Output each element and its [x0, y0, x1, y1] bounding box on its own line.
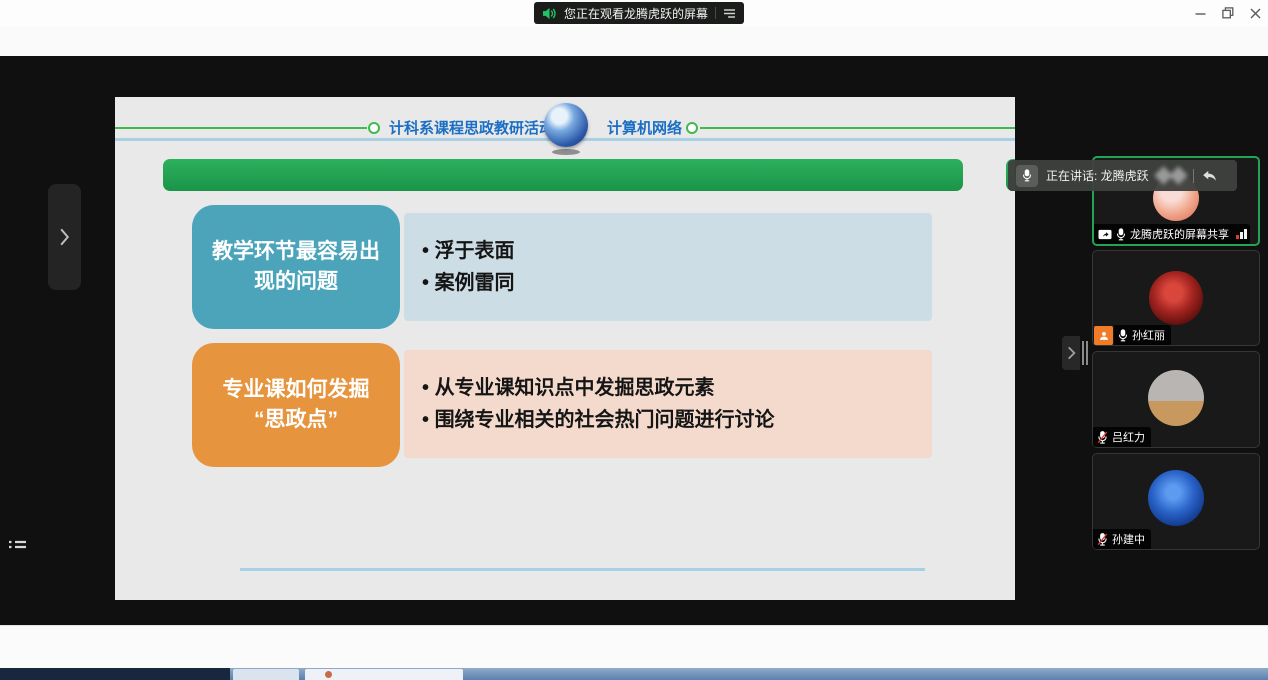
row1-bullet-2: 案例雷同 [422, 272, 932, 295]
menubar: 11:13 演讲者视图 [0, 26, 1268, 57]
row2-bullet-1: 从专业课知识点中发掘思政元素 [422, 377, 932, 400]
header-line-right [700, 127, 1015, 129]
row2-heading-box: 专业课如何发掘 “思政点” [192, 343, 400, 467]
participant-name: 龙腾虎跃的屏幕共享 [1130, 226, 1229, 242]
notification-menu-icon[interactable] [723, 8, 736, 19]
participant-name: 孙红丽 [1132, 327, 1165, 343]
row1-heading-line1: 教学环节最容易出 [212, 237, 380, 267]
taskbar-app-icon [325, 671, 332, 678]
globe-icon [544, 103, 588, 147]
speaking-toast-text: 正在讲话: 龙腾虎跃 [1046, 167, 1149, 184]
notification-divider [715, 7, 716, 19]
shared-screen-slide: 计科系课程思政教研活动 计算机网络 教学环节最容易出 现的问题 浮于表面 案例雷… [115, 97, 1015, 600]
avatar [1148, 370, 1204, 426]
taskbar-window-button[interactable] [233, 669, 299, 680]
speaker-icon [542, 7, 557, 20]
row2-heading-line2: “思政点” [254, 405, 338, 435]
os-taskbar-left [0, 668, 230, 680]
header-line-left [115, 127, 367, 129]
titlebar: 您正在观看龙腾虎跃的屏幕 [0, 0, 1268, 27]
avatar [1149, 271, 1203, 325]
reply-arrow-icon[interactable] [1202, 170, 1218, 182]
agenda-list-icon[interactable] [6, 536, 28, 556]
watching-notification-text: 您正在观看龙腾虎跃的屏幕 [564, 5, 708, 22]
close-button[interactable] [1240, 0, 1268, 26]
row2-content-panel: 从专业课知识点中发掘思政元素 围绕专业相关的社会热门问题进行讨论 [404, 350, 932, 458]
slide-title-left: 计科系课程思政教研活动 [389, 117, 554, 138]
toast-divider [1193, 169, 1194, 183]
blurred-names [1157, 169, 1185, 182]
screen-share-icon [1098, 229, 1112, 240]
row1-content-panel: 浮于表面 案例雷同 [404, 213, 932, 321]
left-panel-expand-handle[interactable] [48, 184, 81, 290]
slide-title-right: 计算机网络 [607, 117, 682, 138]
minimize-button[interactable] [1185, 0, 1215, 26]
toast-mic-icon[interactable] [1016, 165, 1038, 187]
mic-on-icon [1118, 329, 1128, 342]
speaking-toast: 正在讲话: 龙腾虎跃 [1008, 160, 1237, 191]
mic-muted-icon [1097, 431, 1108, 444]
tile-name-tag: 龙腾虎跃的屏幕共享 [1094, 224, 1250, 244]
row1-bullet-1: 浮于表面 [422, 240, 932, 263]
row1-heading-line2: 现的问题 [254, 267, 338, 297]
mic-muted-icon [1097, 533, 1108, 546]
connection-signal-icon [1236, 229, 1247, 239]
meeting-window: 您正在观看龙腾虎跃的屏幕 11:13 [0, 0, 1268, 680]
watching-notification: 您正在观看龙腾虎跃的屏幕 [534, 2, 744, 24]
participant-name: 吕红力 [1112, 429, 1145, 445]
restore-button[interactable] [1213, 0, 1243, 26]
row2-bullet-2: 围绕专业相关的社会热门问题进行讨论 [422, 409, 932, 432]
avatar [1148, 470, 1204, 526]
tile-participant-4[interactable]: 孙建中 [1092, 453, 1260, 550]
tile-participant-3[interactable]: 吕红力 [1092, 351, 1260, 448]
header-circle-right [686, 122, 698, 134]
tile-name-tag: 孙红丽 [1114, 325, 1171, 345]
row1-heading-box: 教学环节最容易出 现的问题 [192, 205, 400, 329]
main-stage: 计科系课程思政教研活动 计算机网络 教学环节最容易出 现的问题 浮于表面 案例雷… [0, 56, 1268, 625]
mic-on-icon [1116, 228, 1126, 241]
header-circle-left [368, 122, 380, 134]
green-banner [163, 159, 963, 191]
sidebar-resize-grip[interactable] [1082, 341, 1088, 365]
tile-participant-2[interactable]: 孙红丽 [1092, 250, 1260, 346]
bottom-toolbar: 静音 开启视频 共享屏幕 安全 邀请 管理成员(4) [0, 625, 1268, 669]
participant-name: 孙建中 [1112, 531, 1145, 547]
sidebar-collapse-handle[interactable] [1062, 336, 1080, 370]
row2-heading-line1: 专业课如何发掘 [223, 375, 370, 405]
globe-shadow [552, 149, 580, 155]
slide-footer-line [240, 568, 925, 571]
host-badge-icon [1094, 326, 1113, 345]
tile-name-tag: 吕红力 [1093, 427, 1151, 447]
tile-name-tag: 孙建中 [1093, 529, 1151, 549]
